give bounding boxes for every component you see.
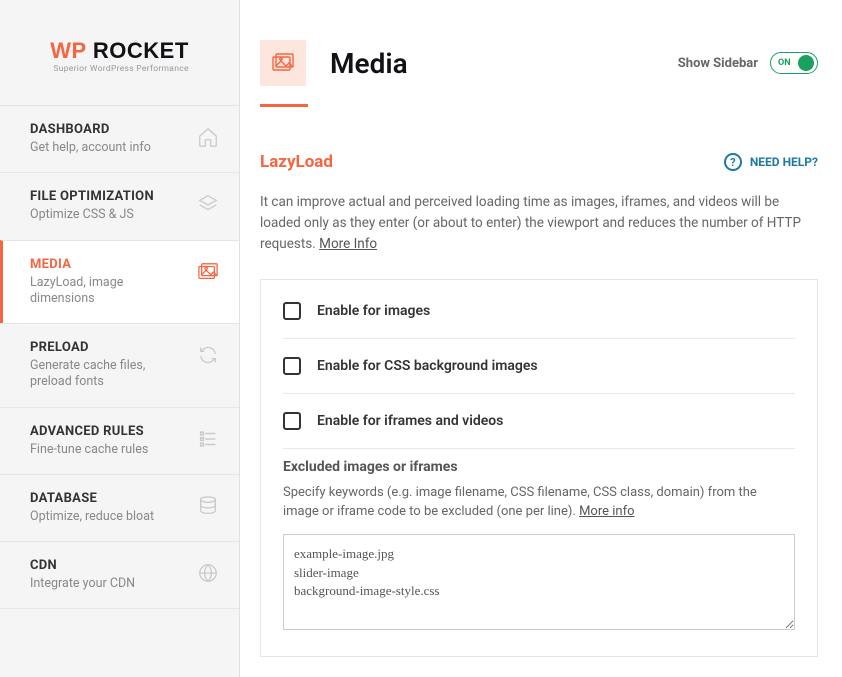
database-icon — [197, 495, 219, 517]
sidebar-item-desc: Integrate your CDN — [30, 576, 189, 592]
excluded-title: Excluded images or iframes — [283, 459, 795, 475]
layers-icon — [197, 193, 219, 215]
section-description: It can improve actual and perceived load… — [260, 192, 818, 255]
sidebar-item-file-optimization[interactable]: FILE OPTIMIZATION Optimize CSS & JS — [0, 172, 239, 239]
sidebar-item-media[interactable]: MEDIA LazyLoad, image dimensions — [0, 240, 239, 324]
logo: WP ROCKET Superior WordPress Performance — [0, 0, 239, 105]
show-sidebar-toggle[interactable]: ON — [770, 52, 818, 74]
logo-tagline: Superior WordPress Performance — [50, 64, 189, 74]
refresh-icon — [197, 344, 219, 366]
sidebar-item-desc: Optimize CSS & JS — [30, 207, 189, 223]
checkbox-row-enable-iframes: Enable for iframes and videos — [283, 394, 795, 449]
sidebar-item-label: DASHBOARD — [30, 122, 189, 137]
more-info-link[interactable]: More Info — [319, 236, 377, 252]
list-icon — [197, 428, 219, 450]
sidebar-item-cdn[interactable]: CDN Integrate your CDN — [0, 541, 239, 609]
sidebar-item-label: CDN — [30, 558, 189, 573]
header-underline — [260, 104, 308, 107]
excluded-description: Specify keywords (e.g. image filename, C… — [283, 483, 795, 522]
sidebar-item-label: ADVANCED RULES — [30, 424, 189, 439]
checkbox-label[interactable]: Enable for images — [317, 303, 430, 319]
toggle-state-text: ON — [778, 58, 791, 68]
globe-icon — [197, 562, 219, 584]
help-icon: ? — [724, 153, 742, 171]
checkbox-enable-iframes[interactable] — [283, 412, 301, 430]
excluded-more-info-link[interactable]: More info — [579, 504, 634, 519]
checkbox-row-enable-images: Enable for images — [283, 284, 795, 339]
sidebar-item-desc: Generate cache files, preload fonts — [30, 358, 189, 391]
sidebar-item-desc: LazyLoad, image dimensions — [30, 275, 189, 308]
sidebar-item-dashboard[interactable]: DASHBOARD Get help, account info — [0, 105, 239, 172]
sidebar-item-advanced-rules[interactable]: ADVANCED RULES Fine-tune cache rules — [0, 407, 239, 474]
sidebar-item-desc: Get help, account info — [30, 140, 189, 156]
media-icon — [197, 261, 219, 283]
logo-rocket: ROCKET — [86, 38, 189, 63]
sidebar-item-label: MEDIA — [30, 257, 189, 272]
show-sidebar-label: Show Sidebar — [678, 56, 758, 71]
sidebar-item-desc: Fine-tune cache rules — [30, 442, 189, 458]
sidebar: WP ROCKET Superior WordPress Performance… — [0, 0, 240, 677]
sidebar-item-preload[interactable]: PRELOAD Generate cache files, preload fo… — [0, 323, 239, 407]
excluded-block: Excluded images or iframes Specify keywo… — [283, 459, 795, 634]
media-page-icon — [260, 40, 306, 86]
checkbox-label[interactable]: Enable for CSS background images — [317, 358, 538, 374]
checkbox-row-enable-css-bg: Enable for CSS background images — [283, 339, 795, 394]
section-title: LazyLoad — [260, 152, 333, 172]
checkbox-label[interactable]: Enable for iframes and videos — [317, 413, 503, 429]
checkbox-enable-images[interactable] — [283, 302, 301, 320]
page-header: Media Show Sidebar ON — [260, 40, 818, 86]
checkbox-enable-css-bg[interactable] — [283, 357, 301, 375]
sidebar-item-label: DATABASE — [30, 491, 189, 506]
sidebar-item-database[interactable]: DATABASE Optimize, reduce bloat — [0, 474, 239, 541]
home-icon — [197, 126, 219, 148]
need-help-label: NEED HELP? — [750, 155, 818, 169]
section-header: LazyLoad ? NEED HELP? — [260, 152, 818, 172]
page-title: Media — [330, 47, 408, 80]
main-content: Media Show Sidebar ON LazyLoad ? NEED HE… — [240, 0, 842, 677]
sidebar-item-label: FILE OPTIMIZATION — [30, 189, 189, 204]
excluded-textarea[interactable] — [283, 534, 795, 630]
sidebar-item-label: PRELOAD — [30, 340, 189, 355]
toggle-knob — [798, 55, 814, 71]
sidebar-item-desc: Optimize, reduce bloat — [30, 509, 189, 525]
logo-wp: WP — [50, 38, 86, 63]
options-panel: Enable for images Enable for CSS backgro… — [260, 279, 818, 657]
need-help-button[interactable]: ? NEED HELP? — [724, 153, 818, 171]
